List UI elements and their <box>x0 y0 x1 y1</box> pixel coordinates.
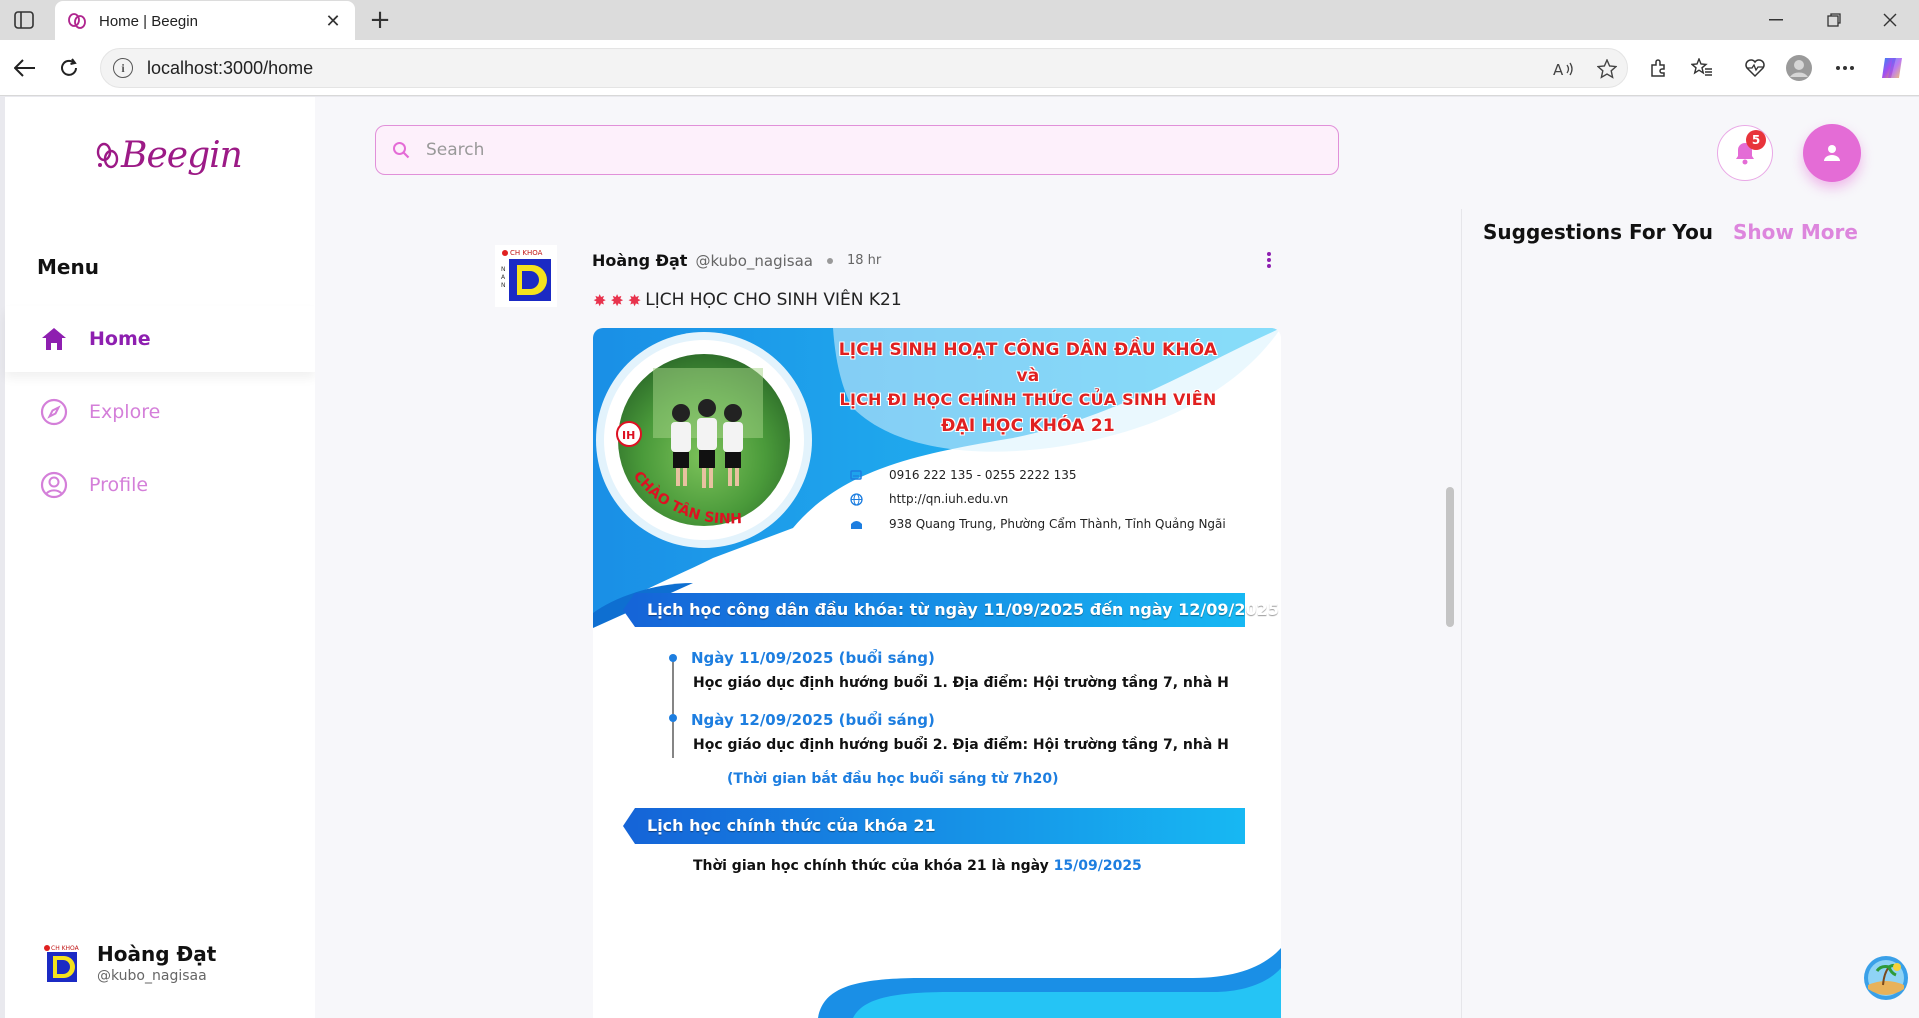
sidebar-item-label: Profile <box>89 474 149 496</box>
beegin-logo[interactable]: Beegin <box>95 135 243 176</box>
health-heart-icon[interactable] <box>1739 52 1771 84</box>
poster-address: 938 Quang Trung, Phường Cẩm Thành, Tỉnh … <box>849 517 1226 531</box>
svg-text:N: N <box>501 266 506 273</box>
sidebar-toggle-icon[interactable] <box>12 9 36 31</box>
browser-toolbar: i localhost:3000/home A <box>0 40 1919 96</box>
main-content: 5 Suggestions For You Show More CH KHOA … <box>315 97 1919 1018</box>
poster-banner-orientation: Lịch học công dân đầu khóa: từ ngày 11/0… <box>647 600 1279 619</box>
back-arrow-icon[interactable] <box>10 53 40 83</box>
svg-text:A: A <box>1553 61 1564 78</box>
sidebar-item-explore[interactable]: Explore <box>5 379 315 445</box>
account-button[interactable] <box>1803 124 1861 182</box>
search-box[interactable] <box>375 125 1339 175</box>
user-icon <box>1824 145 1840 161</box>
separator-dot <box>826 257 833 264</box>
post-caption: LỊCH HỌC CHO SINH VIÊN K21 <box>645 290 902 310</box>
bee-logo-icon <box>96 142 119 168</box>
app-root: Beegin Menu Home Explore Profile CH KHOA… <box>5 97 1919 1018</box>
poster-official-label: Thời gian học chính thức của khóa 21 là … <box>693 858 1049 874</box>
poster-official-date: 15/09/2025 <box>1053 858 1142 874</box>
site-info-icon[interactable]: i <box>113 58 133 78</box>
browser-tab-active[interactable]: Home | Beegin ✕ <box>55 1 355 41</box>
phone-icon <box>849 468 863 482</box>
minimize-icon[interactable] <box>1756 8 1796 32</box>
poster-website-text: http://qn.iuh.edu.vn <box>889 492 1009 506</box>
new-tab-button[interactable]: + <box>366 5 394 35</box>
sparkle-emoji-icon: ✸ <box>610 290 624 310</box>
current-user-card[interactable]: CH KHOA Hoàng Đạt @kubo_nagisaa <box>37 940 216 986</box>
bee-favicon-icon <box>67 11 87 31</box>
user-profile-icon[interactable] <box>1783 52 1815 84</box>
poster-title-line4: ĐẠI HỌC KHÓA 21 <box>941 416 1115 436</box>
current-user-name: Hoàng Đạt <box>97 942 217 966</box>
post-author-name[interactable]: Hoàng Đạt <box>592 251 687 270</box>
sidebar-item-home[interactable]: Home <box>5 306 315 372</box>
svg-text:N: N <box>501 282 506 289</box>
post-timestamp: 18 hr <box>846 253 882 268</box>
sidebar-item-label: Explore <box>89 401 161 423</box>
menu-title: Menu <box>37 255 99 279</box>
search-icon <box>390 139 412 161</box>
browser-tab-strip: Home | Beegin ✕ + <box>0 0 1919 41</box>
restore-icon[interactable] <box>1814 8 1854 32</box>
sidebar-item-label: Home <box>89 328 151 350</box>
suggestions-title: Suggestions For You <box>1483 220 1714 244</box>
post-author-handle[interactable]: @kubo_nagisaa <box>695 252 813 270</box>
address-bar[interactable]: i localhost:3000/home A <box>100 48 1628 88</box>
svg-text:CH KHOA: CH KHOA <box>51 945 80 952</box>
avatar: CH KHOA <box>37 940 83 986</box>
logo-text: Beegin <box>121 135 243 176</box>
post-header: Hoàng Đạt @kubo_nagisaa 18 hr <box>592 251 881 270</box>
favorites-icon[interactable] <box>1686 52 1718 84</box>
home-icon <box>39 324 69 354</box>
reload-icon[interactable] <box>54 53 84 83</box>
poster-day2: Ngày 12/09/2025 (buổi sáng) <box>691 711 935 729</box>
show-more-link[interactable]: Show More <box>1733 220 1858 244</box>
post-image[interactable]: IH CHÀO TÂN SINH VIÊN K21 LỊCH SINH HOẠT… <box>593 328 1281 1018</box>
poster-official-text: Thời gian học chính thức của khóa 21 là … <box>693 858 1142 874</box>
notifications-button[interactable]: 5 <box>1717 125 1773 181</box>
poster-day2-text: Học giáo dục định hướng buổi 2. Địa điểm… <box>693 737 1229 753</box>
sparkle-emoji-icon: ✸ <box>627 290 642 310</box>
poster-day1-text: Học giáo dục định hướng buổi 1. Địa điểm… <box>693 675 1229 691</box>
location-icon <box>849 517 863 531</box>
globe-icon <box>849 492 863 506</box>
column-divider <box>1461 209 1462 1018</box>
read-aloud-icon[interactable]: A <box>1552 57 1576 81</box>
tab-title: Home | Beegin <box>99 12 198 30</box>
poster-title-line3: LỊCH ĐI HỌC CHÍNH THỨC CỦA SINH VIÊN <box>839 390 1217 409</box>
poster-website: http://qn.iuh.edu.vn <box>849 492 1008 506</box>
more-options-icon[interactable] <box>1829 52 1861 84</box>
favorite-star-icon[interactable] <box>1595 57 1619 81</box>
sparkle-emoji-icon: ✸ <box>593 290 607 310</box>
sidebar: Beegin Menu Home Explore Profile CH KHOA… <box>5 97 315 1018</box>
poster-phone: 0916 222 135 - 0255 2222 135 <box>849 468 1077 482</box>
compass-icon <box>39 397 69 427</box>
poster-phone-text: 0916 222 135 - 0255 2222 135 <box>889 468 1077 482</box>
poster-address-text: 938 Quang Trung, Phường Cẩm Thành, Tỉnh … <box>889 517 1226 531</box>
poster-banner-official: Lịch học chính thức của khóa 21 <box>647 816 936 835</box>
poster-start-note: (Thời gian bắt đầu học buổi sáng từ 7h20… <box>727 771 1059 787</box>
window-close-icon[interactable] <box>1870 8 1910 32</box>
url-text: localhost:3000/home <box>147 57 314 78</box>
search-input[interactable] <box>426 140 1306 160</box>
poster-title-line1: LỊCH SINH HOẠT CÔNG DÂN ĐẦU KHÓA <box>838 340 1218 360</box>
post-more-options-icon[interactable] <box>1259 249 1279 271</box>
extensions-icon[interactable] <box>1642 52 1674 84</box>
poster-title-line2: và <box>1016 366 1040 386</box>
copilot-icon[interactable] <box>1876 52 1908 84</box>
post-text: ✸ ✸ ✸ LỊCH HỌC CHO SINH VIÊN K21 <box>593 290 902 310</box>
feed-scrollbar[interactable] <box>1446 487 1454 627</box>
svg-text:CH KHOA: CH KHOA <box>510 249 543 257</box>
post-author-avatar[interactable]: CH KHOA N A N <box>495 245 557 307</box>
user-circle-icon <box>39 470 69 500</box>
current-user-handle: @kubo_nagisaa <box>97 968 207 984</box>
svg-text:IH: IH <box>622 429 635 442</box>
poster-day1: Ngày 11/09/2025 (buổi sáng) <box>691 649 935 667</box>
notification-count-badge: 5 <box>1746 130 1766 150</box>
sidebar-item-profile[interactable]: Profile <box>5 452 315 518</box>
floating-assistant-icon[interactable] <box>1863 955 1909 1001</box>
tab-close-icon[interactable]: ✕ <box>323 11 343 32</box>
